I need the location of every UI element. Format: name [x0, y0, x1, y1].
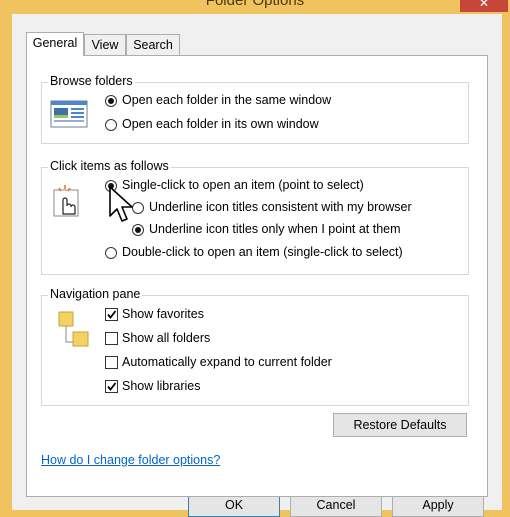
radio-own-window[interactable]: [105, 119, 117, 131]
window-frame-right: [502, 14, 510, 510]
browse-folders-legend: Browse folders: [48, 74, 135, 88]
radio-single-click-label[interactable]: Single-click to open an item (point to s…: [122, 178, 364, 192]
radio-same-window-label[interactable]: Open each folder in the same window: [122, 93, 331, 107]
navigation-pane-group: Navigation pane Show favorites Show all …: [41, 287, 469, 406]
checkbox-show-favorites[interactable]: [105, 308, 118, 321]
radio-same-window[interactable]: [105, 95, 117, 107]
checkbox-show-all-folders[interactable]: [105, 332, 118, 345]
checkbox-show-all-folders-label[interactable]: Show all folders: [122, 331, 210, 345]
click-items-group: Click items as follows Single-click to o…: [41, 159, 469, 275]
radio-underline-point-label[interactable]: Underline icon titles only when I point …: [149, 222, 401, 236]
tab-view[interactable]: View: [84, 34, 126, 55]
checkbox-show-libraries-label[interactable]: Show libraries: [122, 379, 201, 393]
restore-defaults-button[interactable]: Restore Defaults: [333, 413, 467, 437]
radio-own-window-label[interactable]: Open each folder in its own window: [122, 117, 319, 131]
navigation-pane-legend: Navigation pane: [48, 287, 143, 301]
tab-general[interactable]: General: [26, 32, 84, 56]
tab-search[interactable]: Search: [126, 34, 180, 55]
mouse-pointer-icon: [109, 186, 135, 227]
window-title: Folder Options: [205, 0, 305, 9]
single-click-hand-icon: [53, 184, 83, 221]
checkbox-auto-expand-label[interactable]: Automatically expand to current folder: [122, 355, 332, 369]
radio-underline-browser-label[interactable]: Underline icon titles consistent with my…: [149, 200, 412, 214]
checkbox-auto-expand[interactable]: [105, 356, 118, 369]
window-frame-left: [0, 14, 12, 510]
folder-window-icon: [50, 100, 88, 131]
title-bar: Folder Options ✕: [0, 0, 510, 14]
radio-double-click[interactable]: [105, 247, 117, 259]
dialog-client-area: General View Search Browse folders Open …: [12, 14, 502, 517]
checkbox-show-libraries[interactable]: [105, 380, 118, 393]
close-button[interactable]: ✕: [460, 0, 508, 12]
browse-folders-group: Browse folders Open each folder in the s…: [41, 74, 469, 144]
click-items-legend: Click items as follows: [48, 159, 171, 173]
help-link[interactable]: How do I change folder options?: [41, 453, 220, 467]
checkbox-show-favorites-label[interactable]: Show favorites: [122, 307, 204, 321]
general-tab-panel: Browse folders Open each folder in the s…: [26, 55, 488, 497]
folder-tree-icon: [58, 310, 90, 351]
radio-double-click-label[interactable]: Double-click to open an item (single-cli…: [122, 245, 403, 259]
